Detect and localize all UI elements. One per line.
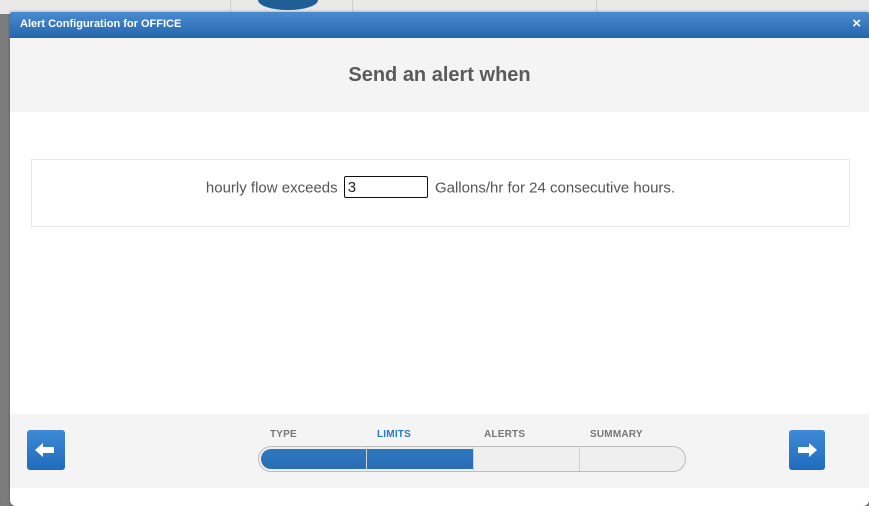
- dialog-titlebar: Alert Configuration for OFFICE ×: [10, 12, 869, 38]
- arrow-left-icon: [35, 443, 54, 457]
- condition-sentence: hourly flow exceeds Gallons/hr for 24 co…: [32, 176, 849, 198]
- arrow-right-icon: [798, 443, 817, 457]
- progress-separator: [366, 447, 367, 471]
- next-button[interactable]: [789, 430, 825, 470]
- step-limits-label[interactable]: LIMITS: [377, 429, 411, 440]
- wizard-steps: TYPE LIMITS ALERTS SUMMARY: [258, 429, 684, 443]
- alert-condition-panel: hourly flow exceeds Gallons/hr for 24 co…: [31, 159, 850, 227]
- back-button[interactable]: [27, 430, 65, 470]
- condition-prefix: hourly flow exceeds: [205, 179, 338, 197]
- step-summary-label[interactable]: SUMMARY: [590, 429, 643, 440]
- condition-suffix: Gallons/hr for 24 consecutive hours.: [434, 179, 676, 197]
- wizard-progress-bar: [258, 446, 686, 472]
- progress-fill: [261, 449, 473, 469]
- background-graphic: [258, 0, 318, 10]
- alert-configuration-dialog: Alert Configuration for OFFICE × Send an…: [10, 12, 869, 506]
- dialog-header: Send an alert when: [10, 38, 869, 112]
- step-type-label[interactable]: TYPE: [270, 429, 297, 440]
- close-icon[interactable]: ×: [852, 15, 861, 33]
- page-title: Send an alert when: [348, 64, 531, 86]
- step-alerts-label[interactable]: ALERTS: [484, 429, 525, 440]
- flow-threshold-input[interactable]: [343, 176, 428, 198]
- progress-separator: [579, 447, 580, 471]
- wizard-footer: TYPE LIMITS ALERTS SUMMARY: [10, 414, 869, 488]
- progress-separator: [473, 447, 474, 471]
- dialog-title: Alert Configuration for OFFICE: [20, 18, 182, 30]
